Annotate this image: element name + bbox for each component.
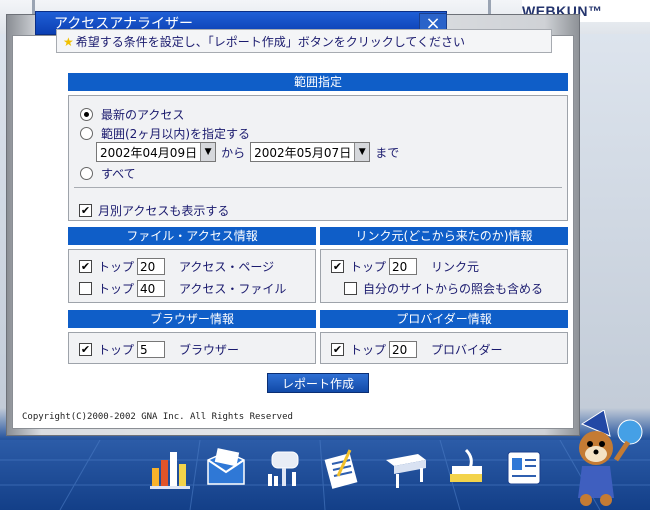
provider-count-input[interactable]: 20 (389, 341, 418, 358)
date-range-row: 2002年04月09日 ▼ から 2002年05月07日 ▼ まで (96, 142, 399, 162)
from-date-value: 2002年04月09日 (100, 145, 198, 160)
provider-checkbox[interactable]: ✔ (331, 343, 344, 356)
kara-label: から (221, 145, 246, 160)
mascot-icon (578, 410, 643, 506)
mail-icon[interactable] (204, 446, 248, 492)
provider-header: プロバイダー情報 (320, 310, 568, 328)
file-checkbox[interactable] (79, 282, 92, 295)
radio-all[interactable] (80, 167, 93, 180)
option-range[interactable]: 範囲(2ヶ月以内)を指定する (80, 125, 250, 142)
provider-row: ✔ トップ 20 プロバイダー (331, 341, 503, 358)
self-referral-label: 自分のサイトからの照会も含める (363, 282, 544, 296)
browser-checkbox[interactable]: ✔ (79, 343, 92, 356)
self-referral-checkbox[interactable] (344, 282, 357, 295)
address-card-icon[interactable] (502, 446, 546, 492)
instruction-text: 希望する条件を設定し、「レポート作成」ボタンをクリックしてください (75, 35, 466, 49)
monthly-label: 月別アクセスも表示する (98, 204, 230, 218)
browser-header: ブラウザー情報 (68, 310, 316, 328)
page-label: アクセス・ページ (179, 260, 275, 274)
books-icon[interactable] (444, 446, 488, 492)
browser-count-input[interactable]: 5 (137, 341, 166, 358)
mailbox-icon[interactable] (262, 446, 306, 492)
create-report-button[interactable]: レポート作成 (267, 373, 369, 393)
range-divider (74, 187, 562, 188)
file-access-row: ✔ トップ 20 アクセス・ページ (79, 258, 274, 275)
chevron-down-icon: ▼ (200, 143, 216, 161)
to-date-value: 2002年05月07日 (254, 145, 352, 160)
star-icon: ★ (63, 35, 74, 49)
radio-range[interactable] (80, 127, 93, 140)
edit-icon[interactable] (320, 446, 364, 492)
provider-label: プロバイダー (431, 343, 503, 357)
file-label: アクセス・ファイル (179, 282, 287, 296)
top-label: トップ (350, 343, 387, 357)
link-count-input[interactable]: 20 (389, 258, 418, 275)
page-count-input[interactable]: 20 (137, 258, 166, 275)
from-date-select[interactable]: 2002年04月09日 ▼ (96, 142, 217, 162)
option-all[interactable]: すべて (80, 165, 136, 182)
bar-chart-icon[interactable] (148, 446, 192, 492)
made-label: まで (375, 145, 400, 160)
top-label: トップ (98, 282, 135, 296)
top-label: トップ (98, 343, 135, 357)
link-label: リンク元 (431, 260, 480, 274)
monthly-checkbox[interactable]: ✔ (79, 204, 92, 217)
range-header: 範囲指定 (68, 73, 568, 91)
chevron-down-icon: ▼ (354, 143, 370, 161)
option-all-label: すべて (101, 167, 136, 181)
to-date-select[interactable]: 2002年05月07日 ▼ (250, 142, 371, 162)
option-latest-label: 最新のアクセス (101, 108, 185, 122)
browser-label: ブラウザー (179, 343, 240, 357)
file-access-header: ファイル・アクセス情報 (68, 227, 316, 245)
link-checkbox[interactable]: ✔ (331, 260, 344, 273)
self-referral-option[interactable]: 自分のサイトからの照会も含める (344, 280, 543, 297)
link-source-row: ✔ トップ 20 リンク元 (331, 258, 479, 275)
radio-latest[interactable] (80, 108, 93, 121)
file-count-input[interactable]: 40 (137, 280, 166, 297)
file-access-row: トップ 40 アクセス・ファイル (79, 280, 286, 297)
table-icon[interactable] (384, 446, 428, 492)
top-label: トップ (350, 260, 387, 274)
browser-row: ✔ トップ 5 ブラウザー (79, 341, 239, 358)
option-latest[interactable]: 最新のアクセス (80, 106, 184, 123)
copyright-text: Copyright(C)2000-2002 GNA Inc. All Right… (22, 412, 293, 422)
monthly-option[interactable]: ✔ 月別アクセスも表示する (79, 202, 229, 219)
option-range-label: 範囲(2ヶ月以内)を指定する (101, 127, 250, 141)
top-label: トップ (98, 260, 135, 274)
link-source-header: リンク元(どこから来たのか)情報 (320, 227, 568, 245)
page-checkbox[interactable]: ✔ (79, 260, 92, 273)
instruction-box: ★ 希望する条件を設定し、「レポート作成」ボタンをクリックしてください (56, 29, 552, 53)
